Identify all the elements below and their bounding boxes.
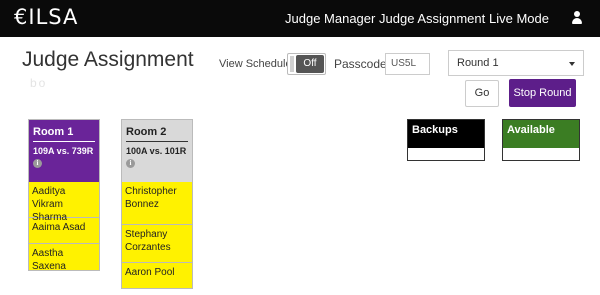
view-schedule-label: View Schedule bbox=[219, 58, 292, 70]
room-name: Room 1 bbox=[33, 126, 95, 142]
matchup: 100A vs. 101R bbox=[126, 146, 187, 156]
info-icon[interactable]: i bbox=[126, 159, 135, 168]
toggle-state: Off bbox=[296, 55, 324, 73]
judge-list: Aaditya Vikram Sharma Aaima Asad Aastha … bbox=[29, 182, 99, 272]
ilsa-logo[interactable]: €ILSA bbox=[14, 5, 78, 29]
go-button[interactable]: Go bbox=[465, 80, 499, 107]
passcode-label: Passcode bbox=[334, 57, 387, 71]
backups-dropzone[interactable] bbox=[408, 148, 484, 160]
chevron-down-icon bbox=[569, 62, 575, 66]
backups-header: Backups bbox=[408, 120, 484, 148]
page-title: Judge Assignment bbox=[22, 48, 194, 71]
available-header: Available bbox=[503, 120, 579, 148]
judge-item[interactable]: Aaima Asad bbox=[29, 217, 99, 243]
judge-list: Christopher Bonnez Stephany Corzantes Aa… bbox=[122, 182, 192, 288]
room-card-1: Room 1 109A vs. 739R i Aaditya Vikram Sh… bbox=[28, 119, 100, 272]
passcode-field[interactable]: US5L bbox=[385, 53, 430, 75]
round-select-value: Round 1 bbox=[457, 57, 499, 69]
judge-item[interactable]: Aastha Saxena bbox=[29, 243, 99, 272]
judge-item[interactable]: Aaron Pool bbox=[122, 262, 192, 288]
backups-pool: Backups bbox=[407, 119, 485, 161]
round-select[interactable]: Round 1 bbox=[448, 50, 584, 76]
judge-item[interactable]: Aaditya Vikram Sharma bbox=[29, 182, 99, 223]
top-navbar: €ILSA Judge Manager Judge Assignment Liv… bbox=[0, 0, 600, 37]
available-dropzone[interactable] bbox=[503, 148, 579, 160]
nav-judge-manager[interactable]: Judge Manager bbox=[285, 11, 375, 26]
user-icon[interactable] bbox=[571, 11, 583, 25]
judge-item[interactable]: Stephany Corzantes bbox=[122, 224, 192, 262]
nav-live-mode[interactable]: Live Mode bbox=[489, 11, 549, 26]
available-pool: Available bbox=[502, 119, 580, 161]
view-schedule-toggle[interactable]: Off bbox=[287, 53, 326, 75]
stop-round-button[interactable]: Stop Round bbox=[509, 79, 576, 107]
room-card-2: Room 2 100A vs. 101R i Christopher Bonne… bbox=[121, 119, 193, 289]
nav-judge-assignment[interactable]: Judge Assignment bbox=[379, 11, 485, 26]
faint-subtitle: bo bbox=[30, 76, 48, 90]
room-header[interactable]: Room 2 100A vs. 101R i bbox=[122, 120, 192, 182]
room-header[interactable]: Room 1 109A vs. 739R i bbox=[29, 120, 99, 182]
room-name: Room 2 bbox=[126, 126, 188, 142]
matchup: 109A vs. 739R bbox=[33, 146, 94, 156]
info-icon[interactable]: i bbox=[33, 159, 42, 168]
judge-item[interactable]: Christopher Bonnez bbox=[122, 182, 192, 224]
